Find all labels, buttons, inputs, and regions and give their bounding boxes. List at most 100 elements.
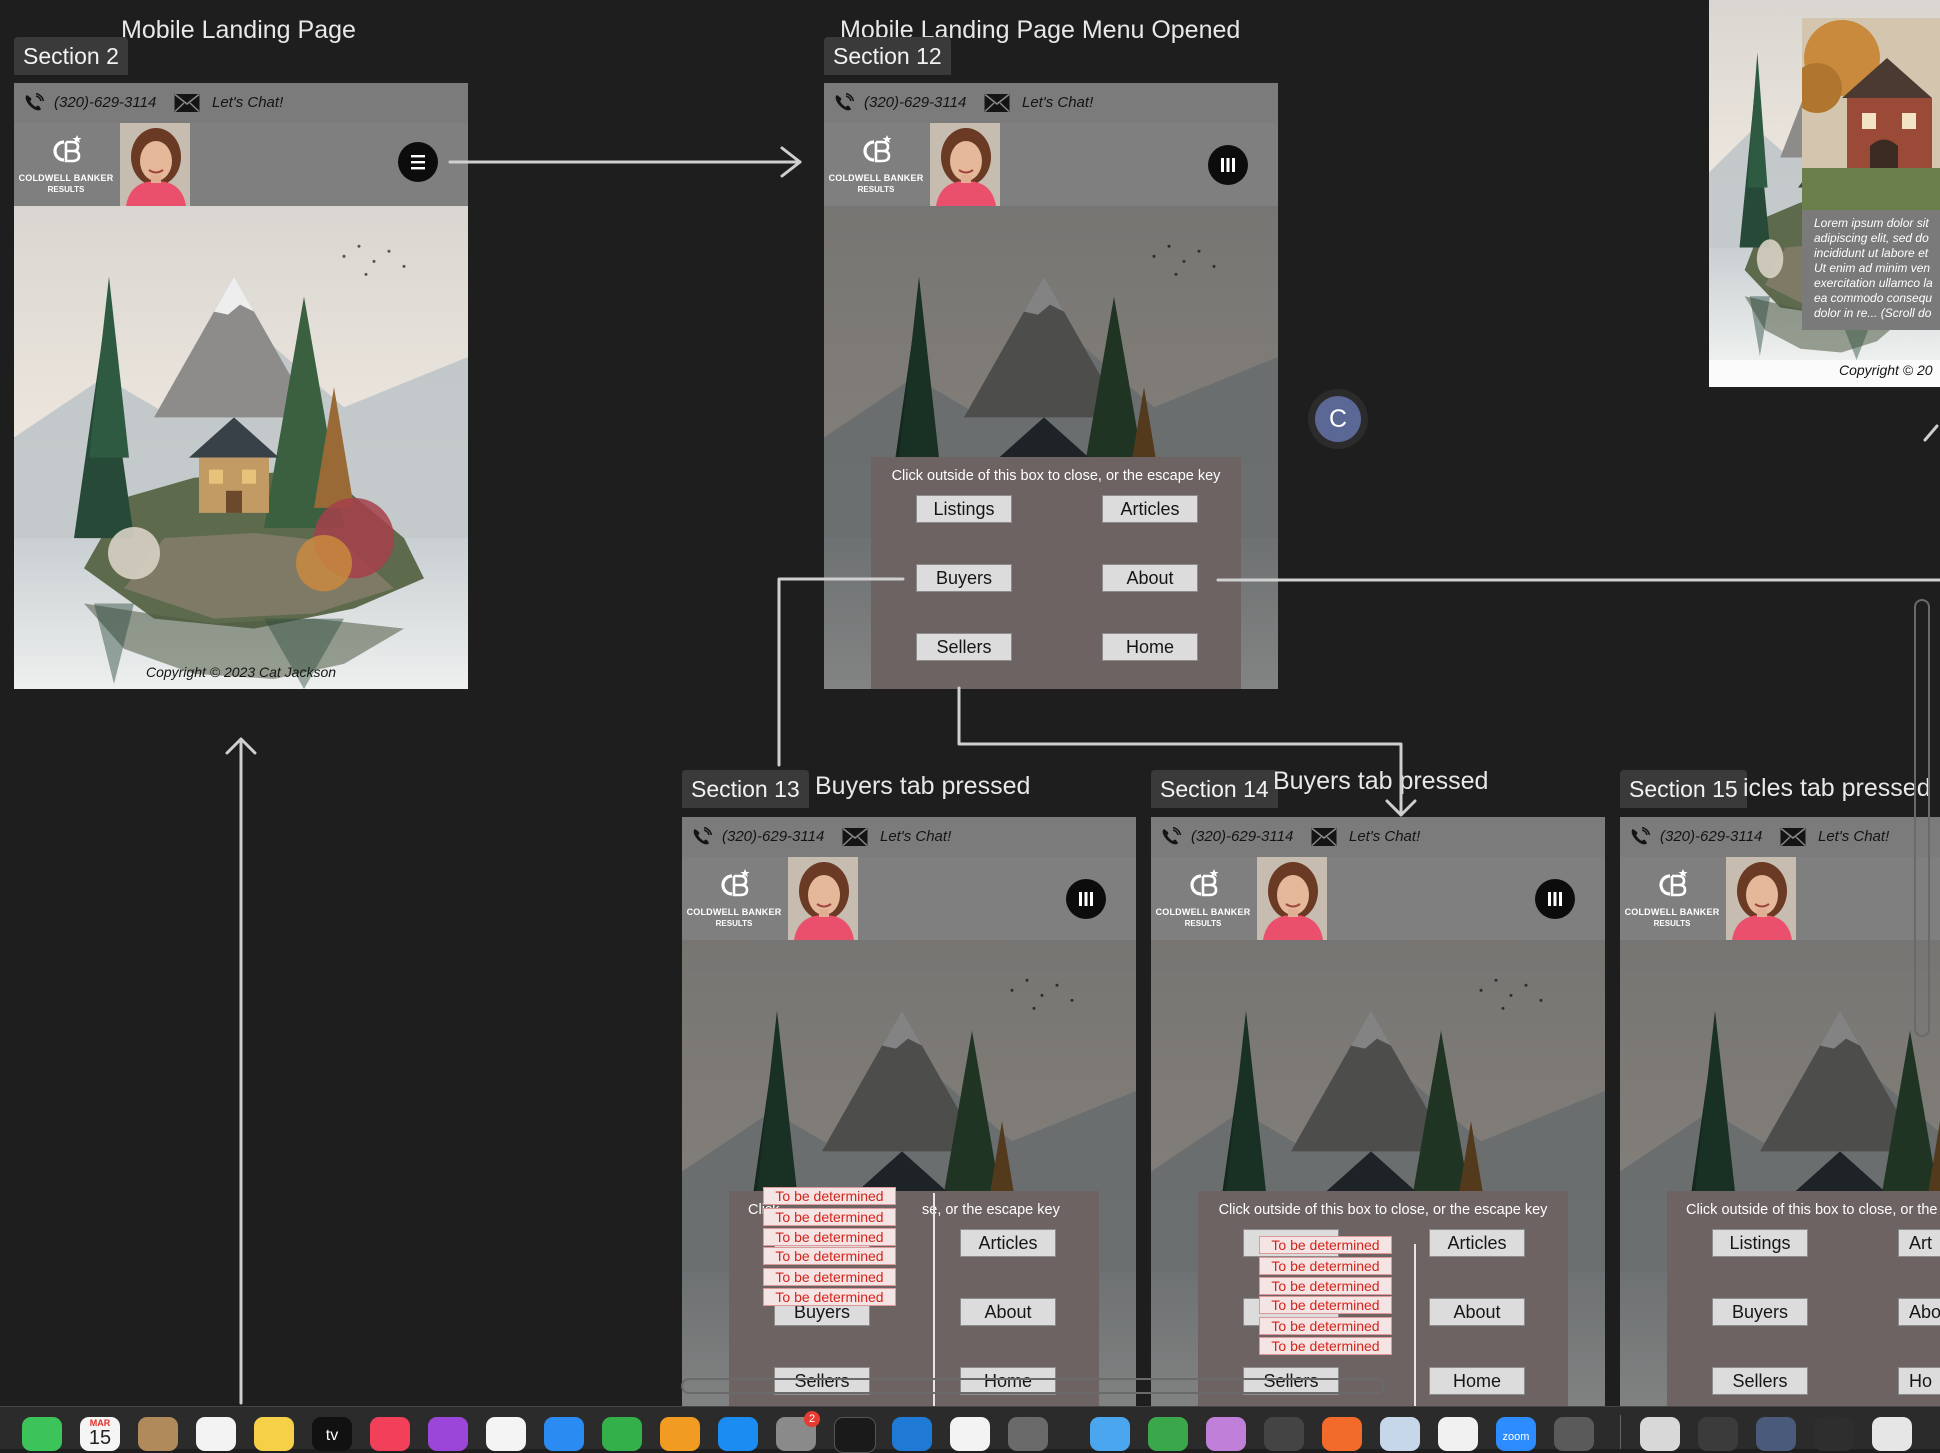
buyers-submenu-item[interactable]: To be determined	[763, 1208, 896, 1226]
article-preview-frame[interactable]: Lorem ipsum dolor sit adipiscing elit, s…	[1709, 0, 1940, 387]
menu-listings-button[interactable]: Listings	[1712, 1229, 1808, 1257]
menu-articles-button[interactable]: Articles	[1429, 1229, 1525, 1257]
numbers-icon[interactable]	[602, 1417, 642, 1451]
window-thumbnail-icon[interactable]	[1756, 1417, 1796, 1451]
brand-sub: RESULTS	[47, 185, 85, 194]
chat-link[interactable]: Let's Chat!	[212, 94, 283, 111]
menu-buyers-button[interactable]: Buyers	[1712, 1298, 1808, 1326]
phone-number[interactable]: (320)-629-3114	[54, 94, 156, 111]
notes-icon[interactable]	[254, 1417, 294, 1451]
menu-home-button[interactable]: Home	[1102, 633, 1198, 661]
podcasts-icon[interactable]	[428, 1417, 468, 1451]
calendar-icon[interactable]: MAR 15	[80, 1417, 120, 1451]
quicktime-icon[interactable]	[1554, 1417, 1594, 1451]
menu-articles-button[interactable]: Art	[1898, 1229, 1940, 1257]
keynote-icon[interactable]	[544, 1417, 584, 1451]
preview-icon[interactable]	[1380, 1417, 1420, 1451]
phone-number[interactable]: (320)-629-3114	[1660, 828, 1762, 845]
phone-number[interactable]: (320)-629-3114	[864, 94, 966, 111]
menu-home-button[interactable]: Home	[1429, 1367, 1525, 1395]
buyers-submenu-item[interactable]: To be determined	[1259, 1257, 1392, 1275]
section-2-tag[interactable]: Section 2	[14, 37, 128, 75]
slack-icon[interactable]	[950, 1417, 990, 1451]
section-2-frame[interactable]: (320)-629-3114 Let's Chat! COLDWELL BANK…	[14, 83, 468, 689]
contacts-icon[interactable]	[138, 1417, 178, 1451]
vscode-icon[interactable]	[892, 1417, 932, 1451]
menu-close-hint-right: se, or the escape key	[922, 1202, 1060, 1218]
phone-number[interactable]: (320)-629-3114	[722, 828, 824, 845]
menu-home-button[interactable]: Home	[960, 1367, 1056, 1395]
window-thumbnail-icon[interactable]	[1814, 1417, 1854, 1451]
zoom-icon[interactable]: zoom	[1496, 1417, 1536, 1451]
mail-icon	[984, 93, 1010, 113]
buyers-submenu-item[interactable]: To be determined	[763, 1187, 896, 1205]
pencil-app-icon[interactable]	[1322, 1417, 1362, 1451]
buyers-submenu-item[interactable]: To be determined	[763, 1247, 896, 1265]
brand-logo[interactable]: COLDWELL BANKER RESULTS	[1153, 866, 1253, 932]
contact-bar: (320)-629-3114 Let's Chat!	[682, 817, 1136, 858]
chat-link[interactable]: Let's Chat!	[1022, 94, 1093, 111]
reminders-icon[interactable]	[196, 1417, 236, 1451]
close-menu-button[interactable]	[1066, 879, 1106, 919]
buyers-submenu-item[interactable]: To be determined	[1259, 1337, 1392, 1355]
system-settings-icon[interactable]: 2	[776, 1411, 820, 1451]
brand-logo[interactable]: COLDWELL BANKER RESULTS	[16, 132, 116, 198]
section-13-tag[interactable]: Section 13	[682, 770, 809, 808]
buyers-submenu-item[interactable]: To be determined	[763, 1228, 896, 1246]
chat-link[interactable]: Let's Chat!	[1818, 828, 1889, 845]
brand-logo[interactable]: COLDWELL BANKER RESULTS	[1622, 866, 1722, 932]
section-15-frame[interactable]: (320)-629-3114 Let's Chat! COLDWELL BANK…	[1620, 817, 1940, 1406]
section-14-frame[interactable]: (320)-629-3114 Let's Chat! COLDWELL BANK…	[1151, 817, 1605, 1406]
zoom-label: zoom	[1502, 1431, 1530, 1443]
menu-about-button[interactable]: About	[1429, 1298, 1525, 1326]
buyers-submenu-item[interactable]: To be determined	[1259, 1277, 1392, 1295]
section-12-tag[interactable]: Section 12	[824, 37, 951, 75]
notes-green-icon[interactable]	[1148, 1417, 1188, 1451]
menu-home-button[interactable]: Ho	[1898, 1367, 1940, 1395]
section-14-tag[interactable]: Section 14	[1151, 770, 1278, 808]
pages-icon[interactable]	[660, 1417, 700, 1451]
section-13-frame[interactable]: (320)-629-3114 Let's Chat! COLDWELL BANK…	[682, 817, 1136, 1406]
app-icon[interactable]	[1264, 1417, 1304, 1451]
section-12-frame[interactable]: (320)-629-3114 Let's Chat! COLDWELL BANK…	[824, 83, 1278, 689]
brand-logo[interactable]: COLDWELL BANKER RESULTS	[826, 132, 926, 198]
finder-icon[interactable]	[1090, 1417, 1130, 1451]
buyers-submenu-item[interactable]: To be determined	[1259, 1317, 1392, 1335]
app-store-icon[interactable]	[718, 1417, 758, 1451]
chat-link[interactable]: Let's Chat!	[880, 828, 951, 845]
paint-icon[interactable]	[1206, 1417, 1246, 1451]
menu-sellers-button[interactable]: Sellers	[774, 1367, 870, 1395]
section-15-tag[interactable]: Section 15	[1620, 770, 1747, 808]
menu-sellers-button[interactable]: Sellers	[1712, 1367, 1808, 1395]
menu-about-button[interactable]: Abo	[1898, 1298, 1940, 1326]
phone-number[interactable]: (320)-629-3114	[1191, 828, 1293, 845]
buyers-submenu-item[interactable]: To be determined	[1259, 1236, 1392, 1254]
chat-link[interactable]: Let's Chat!	[1349, 828, 1420, 845]
music-icon[interactable]	[370, 1417, 410, 1451]
brand-logo[interactable]: COLDWELL BANKER RESULTS	[684, 866, 784, 932]
textedit-icon[interactable]	[1438, 1417, 1478, 1451]
buyers-submenu-item[interactable]: To be determined	[763, 1288, 896, 1306]
window-thumbnail-icon[interactable]	[1872, 1417, 1912, 1451]
apple-tv-icon[interactable]: tv	[312, 1417, 352, 1451]
news-icon[interactable]	[486, 1417, 526, 1451]
menu-about-button[interactable]: About	[1102, 564, 1198, 592]
facetime-icon[interactable]	[22, 1417, 62, 1451]
window-thumbnail-icon[interactable]	[1698, 1417, 1738, 1451]
menu-buyers-button[interactable]: Buyers	[916, 564, 1012, 592]
menu-listings-button[interactable]: Listings	[916, 495, 1012, 523]
buyers-submenu-item[interactable]: To be determined	[1259, 1296, 1392, 1314]
close-menu-button[interactable]	[1535, 879, 1575, 919]
menu-about-button[interactable]: About	[960, 1298, 1056, 1326]
close-menu-button[interactable]	[1208, 145, 1248, 185]
brand-monogram-icon	[1653, 868, 1691, 906]
menu-articles-button[interactable]: Articles	[960, 1229, 1056, 1257]
menu-sellers-button[interactable]: Sellers	[916, 633, 1012, 661]
screenshot-icon[interactable]	[1008, 1417, 1048, 1451]
collaborator-avatar[interactable]: C	[1308, 389, 1368, 449]
hamburger-menu-button[interactable]	[398, 142, 438, 182]
documents-stack-icon[interactable]	[1640, 1417, 1680, 1451]
menu-sellers-button[interactable]: Sellers	[1243, 1367, 1339, 1395]
buyers-submenu-item[interactable]: To be determined	[763, 1268, 896, 1286]
menu-articles-button[interactable]: Articles	[1102, 495, 1198, 523]
